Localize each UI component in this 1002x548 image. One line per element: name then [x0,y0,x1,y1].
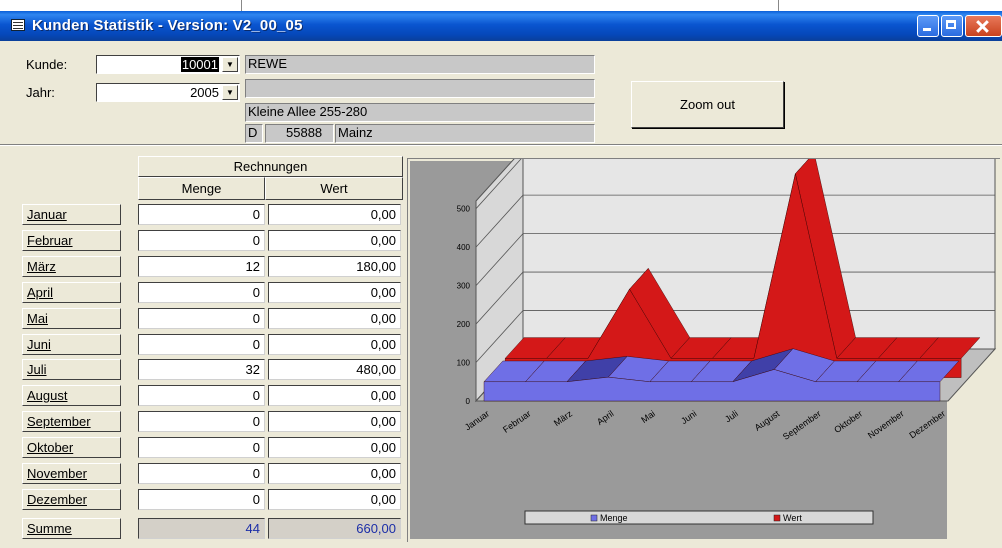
legend-label-wert: Wert [783,513,802,523]
top-strip [0,0,1002,11]
customer-name-field: REWE [245,55,595,74]
wert-cell[interactable]: 0,00 [268,489,401,510]
menge-column-header: Menge [138,177,265,200]
zoom-out-button[interactable]: Zoom out [631,81,784,128]
customer-line2-field [245,79,595,98]
app-window: Kunden Statistik - Version: V2_00_05 Kun… [0,11,1002,548]
wert-column-header: Wert [265,177,403,200]
chart-panel: Kundenstatistik0100200300400500JanuarFeb… [407,147,1000,542]
strip-divider [241,0,242,11]
sum-menge-cell: 44 [138,518,265,539]
month-button[interactable]: November [22,463,121,484]
jahr-combobox[interactable]: 2005 ▼ [96,83,240,102]
kunde-value: 10001 [180,57,219,72]
y-tick-label: 300 [457,282,471,291]
menge-cell[interactable]: 0 [138,385,265,406]
wert-cell[interactable]: 480,00 [268,359,401,380]
wert-cell[interactable]: 0,00 [268,334,401,355]
window-title: Kunden Statistik - Version: V2_00_05 [32,17,303,34]
title-bar[interactable]: Kunden Statistik - Version: V2_00_05 [0,11,1002,41]
month-button[interactable]: März [22,256,121,277]
menge-cell[interactable]: 0 [138,282,265,303]
chevron-down-icon[interactable]: ▼ [222,57,238,72]
rechnungen-header: Rechnungen [138,156,403,177]
menge-cell[interactable]: 0 [138,230,265,251]
menge-cell[interactable]: 0 [138,308,265,329]
month-button[interactable]: Dezember [22,489,121,510]
wert-cell[interactable]: 180,00 [268,256,401,277]
wert-cell[interactable]: 0,00 [268,282,401,303]
menge-cell[interactable]: 0 [138,489,265,510]
month-button[interactable]: Februar [22,230,121,251]
maximize-button[interactable] [941,15,963,37]
kunde-label: Kunde: [26,57,68,72]
chart-legend [524,510,874,525]
section-divider [0,144,1002,146]
kunde-combobox[interactable]: 10001 ▼ [96,55,240,74]
month-button[interactable]: Januar [22,204,121,225]
month-button[interactable]: September [22,411,121,432]
wert-cell[interactable]: 0,00 [268,230,401,251]
summe-button[interactable]: Summe [22,518,121,539]
wert-cell[interactable]: 0,00 [268,437,401,458]
y-tick-label: 200 [457,320,471,329]
chevron-down-icon[interactable]: ▼ [222,85,238,100]
customer-street-field: Kleine Allee 255-280 [245,103,595,122]
customer-country-field: D [245,124,263,143]
menge-cell[interactable]: 0 [138,204,265,225]
zoom-out-label: Zoom out [680,97,735,112]
y-tick-label: 500 [457,205,471,214]
wert-cell[interactable]: 0,00 [268,204,401,225]
menge-cell[interactable]: 0 [138,411,265,432]
month-button[interactable]: Oktober [22,437,121,458]
y-tick-label: 100 [457,359,471,368]
customer-zip-field: 55888 [265,124,334,143]
sum-wert-cell: 660,00 [268,518,401,539]
strip-divider [778,0,779,11]
menge-cell[interactable]: 0 [138,437,265,458]
wert-cell[interactable]: 0,00 [268,411,401,432]
jahr-value: 2005 [190,85,219,100]
menge-cell[interactable]: 0 [138,334,265,355]
y-tick-label: 0 [466,397,471,406]
wert-cell[interactable]: 0,00 [268,385,401,406]
month-button[interactable]: Juli [22,359,121,380]
legend-swatch-menge [590,514,598,522]
month-button[interactable]: Juni [22,334,121,355]
menge-cell[interactable]: 12 [138,256,265,277]
wert-cell[interactable]: 0,00 [268,308,401,329]
y-tick-label: 400 [457,243,471,252]
menge-cell[interactable]: 0 [138,463,265,484]
jahr-label: Jahr: [26,85,55,100]
month-button[interactable]: August [22,385,121,406]
chart-back-wall [522,148,996,350]
menge-cell[interactable]: 32 [138,359,265,380]
minimize-button[interactable] [917,15,939,37]
customer-city-field: Mainz [335,124,595,143]
wert-cell[interactable]: 0,00 [268,463,401,484]
legend-swatch-wert [773,514,781,522]
month-button[interactable]: Mai [22,308,121,329]
month-button[interactable]: April [22,282,121,303]
kundenstatistik-chart: Kundenstatistik0100200300400500JanuarFeb… [410,147,997,539]
form-icon[interactable] [11,19,25,31]
legend-label-menge: Menge [600,513,628,523]
close-button[interactable] [965,15,1002,37]
